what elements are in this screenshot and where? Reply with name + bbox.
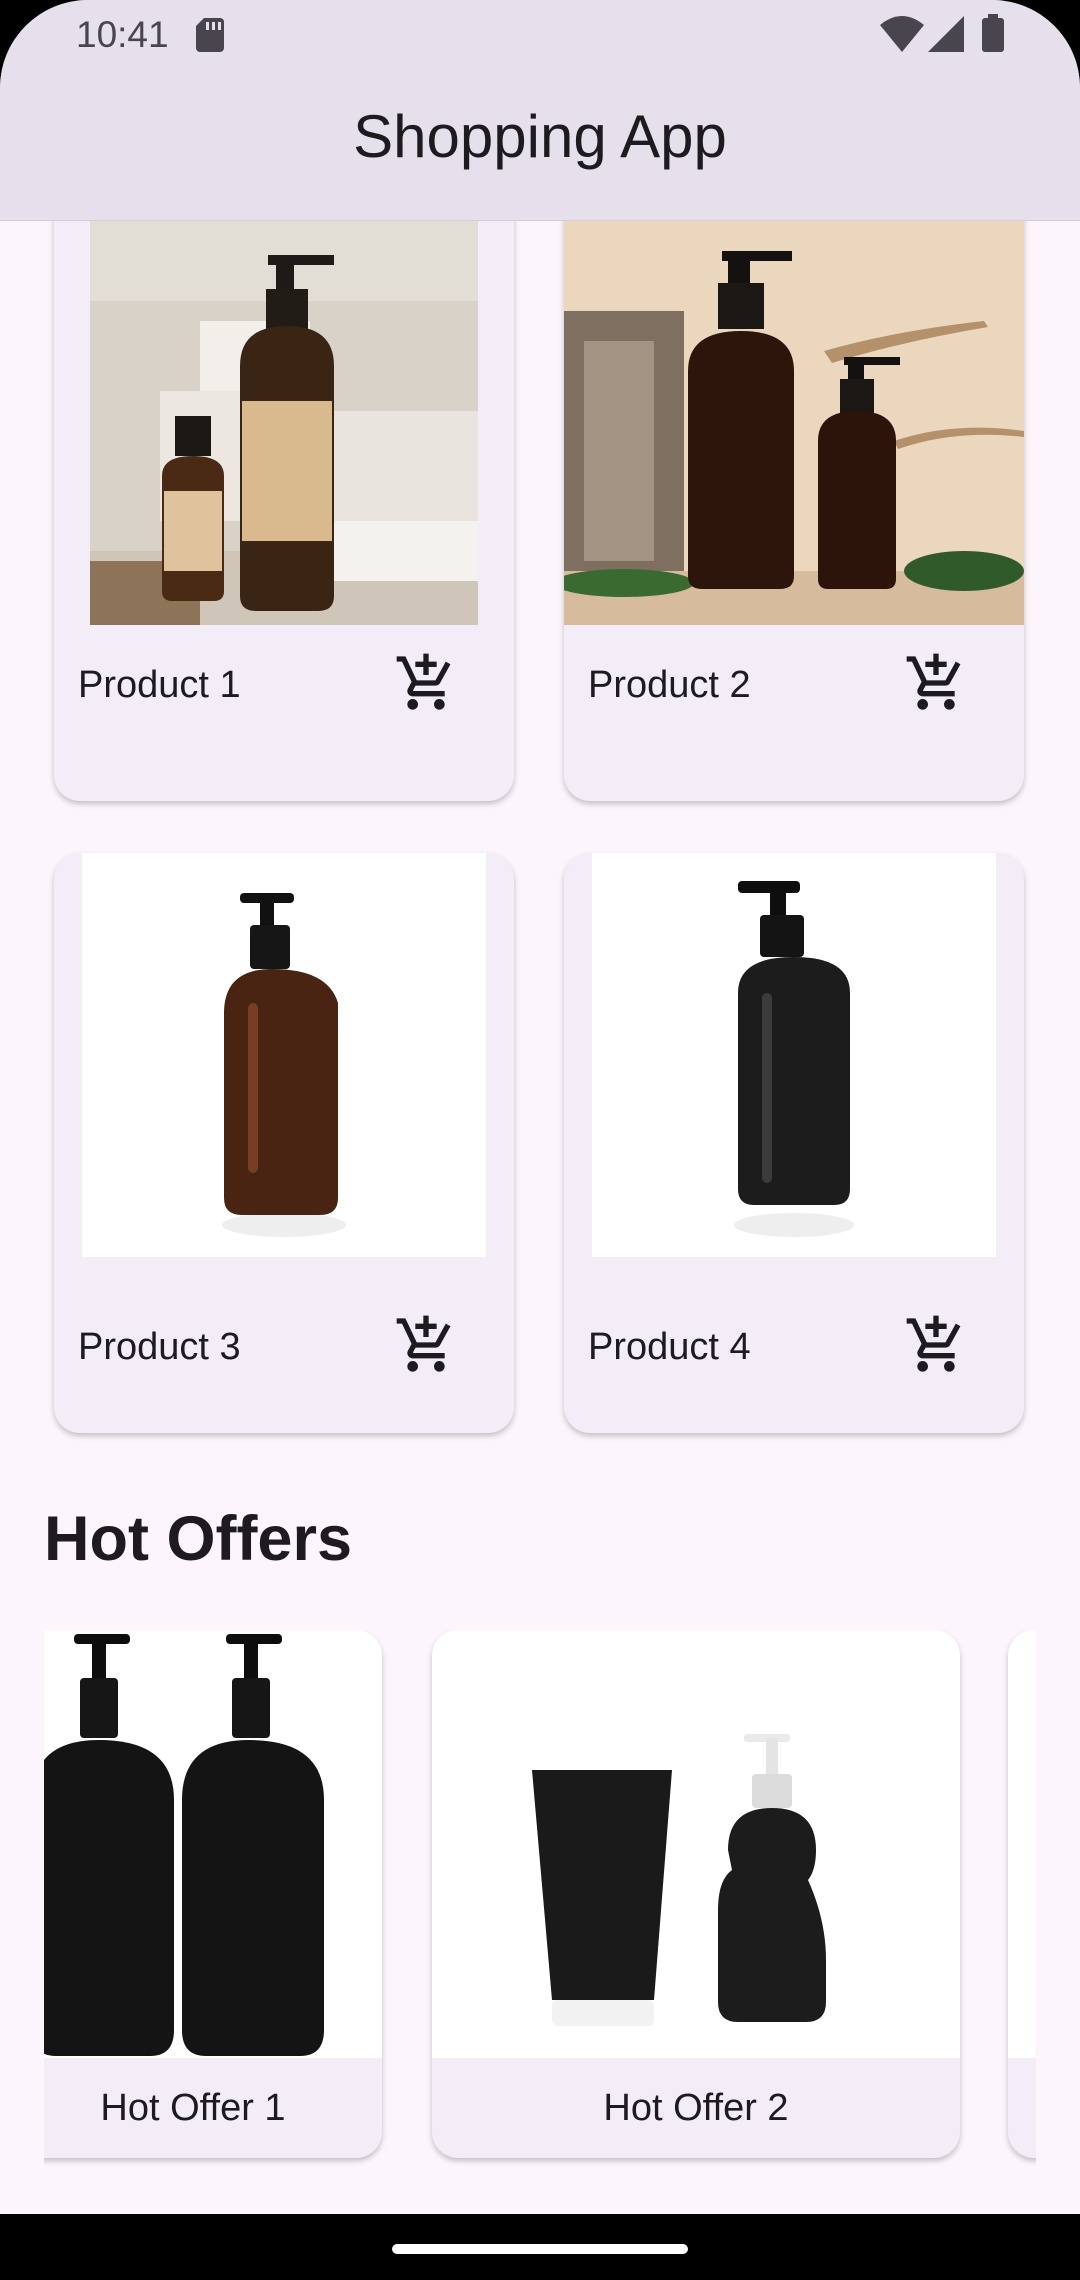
product-image-3 bbox=[82, 853, 486, 1257]
home-gesture-handle[interactable] bbox=[392, 2244, 688, 2254]
hot-offers-carousel[interactable]: Hot Offer 1 Hot Offer 2 bbox=[44, 1630, 1036, 2170]
product-name-2: Product 2 bbox=[588, 664, 751, 706]
hot-offer-card-3[interactable] bbox=[1008, 1630, 1036, 2158]
product-image-4 bbox=[592, 853, 996, 1257]
add-shopping-cart-icon[interactable] bbox=[394, 651, 458, 715]
product-image-2 bbox=[564, 221, 1024, 625]
battery-icon bbox=[982, 14, 1004, 52]
hot-offers-title: Hot Offers bbox=[44, 1504, 353, 1574]
product-card-3[interactable]: Product 3 bbox=[54, 853, 514, 1433]
sd-card-icon bbox=[196, 18, 224, 52]
signal-icon bbox=[928, 16, 964, 52]
hot-offer-image-1 bbox=[44, 1630, 382, 2058]
hot-offer-card-2[interactable]: Hot Offer 2 bbox=[432, 1630, 960, 2158]
add-shopping-cart-icon[interactable] bbox=[904, 1313, 968, 1377]
status-time: 10:41 bbox=[76, 14, 169, 55]
product-name-3: Product 3 bbox=[78, 1326, 241, 1368]
app-title: Shopping App bbox=[353, 103, 727, 170]
add-shopping-cart-icon[interactable] bbox=[394, 1313, 458, 1377]
product-name-1: Product 1 bbox=[78, 664, 241, 706]
system-navigation-bar bbox=[0, 2214, 1080, 2280]
app-screen: 10:41 Shopping App Product 1 Product 2 P… bbox=[0, 0, 1080, 2280]
hot-offer-image-3 bbox=[1008, 1630, 1036, 2058]
hot-offer-label-1: Hot Offer 1 bbox=[100, 2087, 286, 2129]
add-shopping-cart-icon[interactable] bbox=[904, 651, 968, 715]
wifi-icon bbox=[880, 16, 924, 52]
hot-offer-card-1[interactable]: Hot Offer 1 bbox=[44, 1630, 382, 2158]
product-card-2[interactable]: Product 2 bbox=[564, 221, 1024, 801]
product-card-4[interactable]: Product 4 bbox=[564, 853, 1024, 1433]
hot-offer-image-2 bbox=[432, 1630, 960, 2058]
top-app-bar: 10:41 Shopping App bbox=[0, 0, 1080, 221]
product-card-1[interactable]: Product 1 bbox=[54, 221, 514, 801]
product-image-1 bbox=[90, 221, 478, 625]
hot-offer-label-2: Hot Offer 2 bbox=[603, 2087, 789, 2129]
product-name-4: Product 4 bbox=[588, 1326, 751, 1368]
